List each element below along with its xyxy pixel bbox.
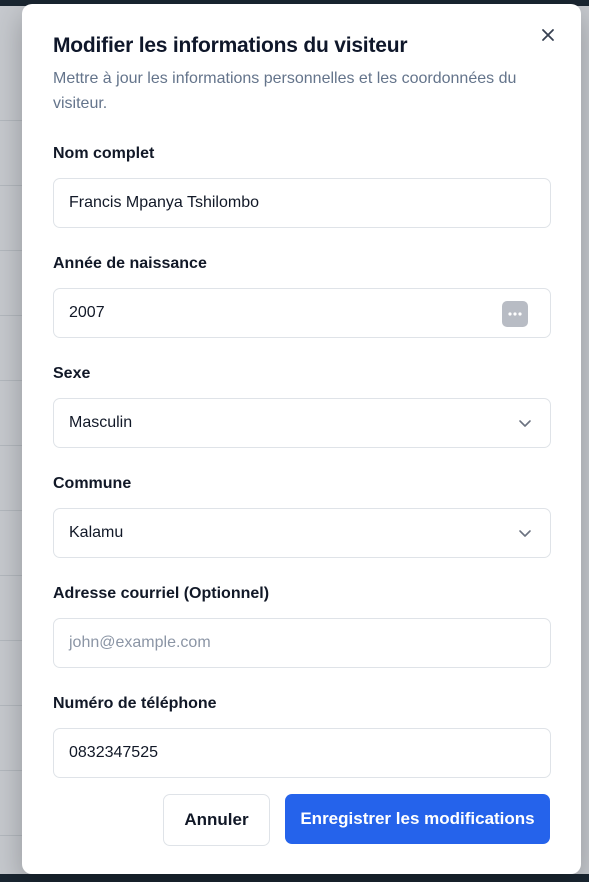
cancel-button[interactable]: Annuler xyxy=(163,794,270,846)
birth-year-label: Année de naissance xyxy=(53,255,207,272)
close-icon xyxy=(542,29,554,41)
dialog-subtitle: Mettre à jour les informations personnel… xyxy=(53,70,517,112)
dialog-actions: Annuler Enregistrer les modifications xyxy=(163,794,550,846)
edit-visitor-dialog: Modifier les informations du visiteur Me… xyxy=(22,4,581,874)
email-input[interactable]: john@example.com xyxy=(53,618,551,668)
more-dots-icon[interactable] xyxy=(502,301,528,327)
sex-field: Sexe Masculin xyxy=(53,364,551,448)
email-label: Adresse courriel (Optionnel) xyxy=(53,585,270,602)
commune-select[interactable]: Kalamu xyxy=(53,508,551,558)
commune-selected-value: Kalamu xyxy=(69,524,124,541)
email-field: Adresse courriel (Optionnel) john@exampl… xyxy=(53,584,551,668)
commune-label: Commune xyxy=(53,475,132,492)
phone-input[interactable]: 0832347525 xyxy=(53,728,551,778)
phone-value: 0832347525 xyxy=(69,744,158,761)
sex-selected-value: Masculin xyxy=(69,414,133,431)
full-name-label: Nom complet xyxy=(53,145,155,162)
birth-year-value: 2007 xyxy=(69,304,105,321)
chevron-down-icon xyxy=(519,420,531,427)
chevron-down-icon xyxy=(519,530,531,537)
sex-select[interactable]: Masculin xyxy=(53,398,551,448)
sex-label: Sexe xyxy=(53,365,91,382)
dialog-title: Modifier les informations du visiteur xyxy=(53,34,408,57)
email-placeholder: john@example.com xyxy=(69,634,211,651)
full-name-value: Francis Mpanya Tshilombo xyxy=(69,194,260,211)
phone-label: Numéro de téléphone xyxy=(53,695,217,712)
close-button[interactable] xyxy=(537,24,559,46)
save-button[interactable]: Enregistrer les modifications xyxy=(285,794,550,844)
full-name-input[interactable]: Francis Mpanya Tshilombo xyxy=(53,178,551,228)
full-name-field: Nom complet Francis Mpanya Tshilombo xyxy=(53,144,551,228)
birth-year-field: Année de naissance 2007 xyxy=(53,254,551,338)
birth-year-input[interactable]: 2007 xyxy=(53,288,551,338)
phone-field: Numéro de téléphone 0832347525 xyxy=(53,694,551,778)
commune-field: Commune Kalamu xyxy=(53,474,551,558)
